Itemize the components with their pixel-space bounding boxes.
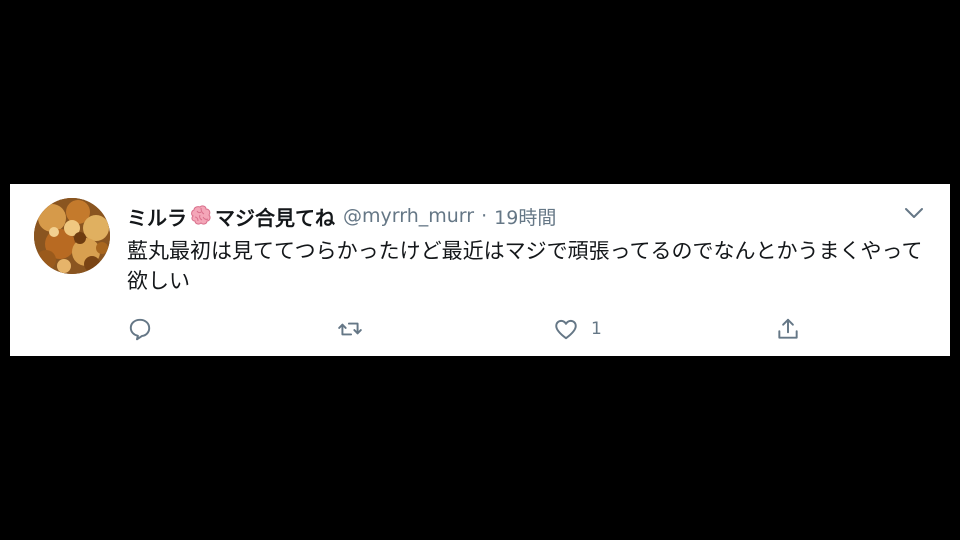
share-icon — [778, 318, 798, 339]
display-name-link[interactable]: ミルラ マジ合見てね — [127, 202, 335, 231]
timestamp[interactable]: 19時間 — [494, 203, 556, 230]
tweet-header: ミルラ マジ合見てね @myrrh_murr · 19時間 — [127, 201, 910, 231]
share-button[interactable] — [775, 314, 813, 344]
reply-button[interactable] — [127, 314, 165, 344]
separator-dot: · — [481, 205, 488, 227]
tweet-text: 藍丸最初は見ててつらかったけど最近はマジで頑張ってるのでなんとかうまくやって欲し… — [127, 239, 923, 293]
reply-icon — [129, 318, 151, 341]
avatar[interactable] — [34, 198, 110, 274]
retweet-icon — [338, 322, 362, 336]
user-handle[interactable]: @myrrh_murr — [343, 205, 474, 227]
like-button[interactable]: 1 — [553, 314, 602, 344]
heart-icon — [555, 319, 577, 340]
display-name-suffix: マジ合見てね — [215, 205, 335, 230]
tweet-card[interactable]: ミルラ マジ合見てね @myrrh_murr · 19時間 藍丸最初は見ててつら… — [10, 184, 950, 356]
avatar-image — [34, 198, 110, 274]
tweet-actions: 1 — [127, 314, 907, 344]
display-name: ミルラ — [127, 205, 187, 230]
chevron-down-icon[interactable] — [904, 206, 924, 220]
brain-icon — [191, 205, 211, 225]
like-count: 1 — [591, 319, 602, 339]
retweet-button[interactable] — [337, 314, 375, 344]
